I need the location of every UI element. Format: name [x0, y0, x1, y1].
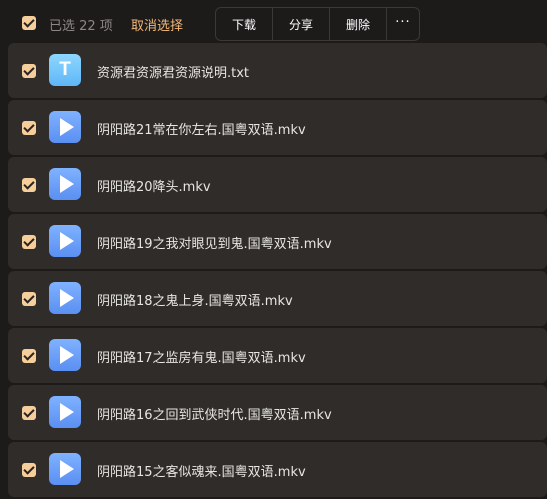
delete-button[interactable]: 删除: [330, 8, 387, 40]
row-checkbox[interactable]: [22, 235, 36, 249]
file-row[interactable]: 阴阳路19之我对眼见到鬼.国粤双语.mkv: [8, 214, 547, 269]
selected-count: 已选 22 项: [49, 19, 113, 34]
action-button-group: 下载 分享 删除 ···: [215, 7, 420, 41]
row-checkbox[interactable]: [22, 406, 36, 420]
file-name: 阴阳路19之我对眼见到鬼.国粤双语.mkv: [97, 237, 332, 252]
video-file-icon: [49, 339, 81, 371]
file-name: 阴阳路17之监房有鬼.国粤双语.mkv: [97, 351, 306, 366]
share-button[interactable]: 分享: [273, 8, 330, 40]
row-checkbox[interactable]: [22, 463, 36, 477]
video-file-icon: [49, 111, 81, 143]
file-name: 阴阳路16之回到武侠时代.国粤双语.mkv: [97, 408, 332, 423]
row-checkbox[interactable]: [22, 292, 36, 306]
selection-toolbar: 已选 22 项 取消选择 下载 分享 删除 ···: [0, 0, 547, 44]
video-file-icon: [49, 453, 81, 485]
file-list: T 资源君资源君资源说明.txt 阴阳路21常在你左右.国粤双语.mkv 阴阳路…: [8, 43, 547, 499]
cancel-selection-button[interactable]: 取消选择: [131, 15, 183, 34]
video-file-icon: [49, 168, 81, 200]
text-file-icon: T: [49, 54, 81, 86]
file-row[interactable]: T 资源君资源君资源说明.txt: [8, 43, 547, 98]
file-row[interactable]: 阴阳路21常在你左右.国粤双语.mkv: [8, 100, 547, 155]
select-all-checkbox[interactable]: [22, 16, 36, 30]
file-row[interactable]: 阴阳路18之鬼上身.国粤双语.mkv: [8, 271, 547, 326]
video-file-icon: [49, 225, 81, 257]
file-row[interactable]: 阴阳路15之客似魂来.国粤双语.mkv: [8, 442, 547, 497]
video-file-icon: [49, 282, 81, 314]
download-button[interactable]: 下载: [216, 8, 273, 40]
row-checkbox[interactable]: [22, 178, 36, 192]
file-name: 资源君资源君资源说明.txt: [97, 66, 250, 81]
file-name: 阴阳路20降头.mkv: [97, 180, 211, 195]
file-row[interactable]: 阴阳路20降头.mkv: [8, 157, 547, 212]
row-checkbox[interactable]: [22, 349, 36, 363]
file-row[interactable]: 阴阳路16之回到武侠时代.国粤双语.mkv: [8, 385, 547, 440]
video-file-icon: [49, 396, 81, 428]
file-name: 阴阳路15之客似魂来.国粤双语.mkv: [97, 465, 306, 480]
more-button[interactable]: ···: [387, 8, 419, 40]
file-name: 阴阳路21常在你左右.国粤双语.mkv: [97, 123, 306, 138]
row-checkbox[interactable]: [22, 121, 36, 135]
file-row[interactable]: 阴阳路17之监房有鬼.国粤双语.mkv: [8, 328, 547, 383]
file-name: 阴阳路18之鬼上身.国粤双语.mkv: [97, 294, 293, 309]
row-checkbox[interactable]: [22, 64, 36, 78]
